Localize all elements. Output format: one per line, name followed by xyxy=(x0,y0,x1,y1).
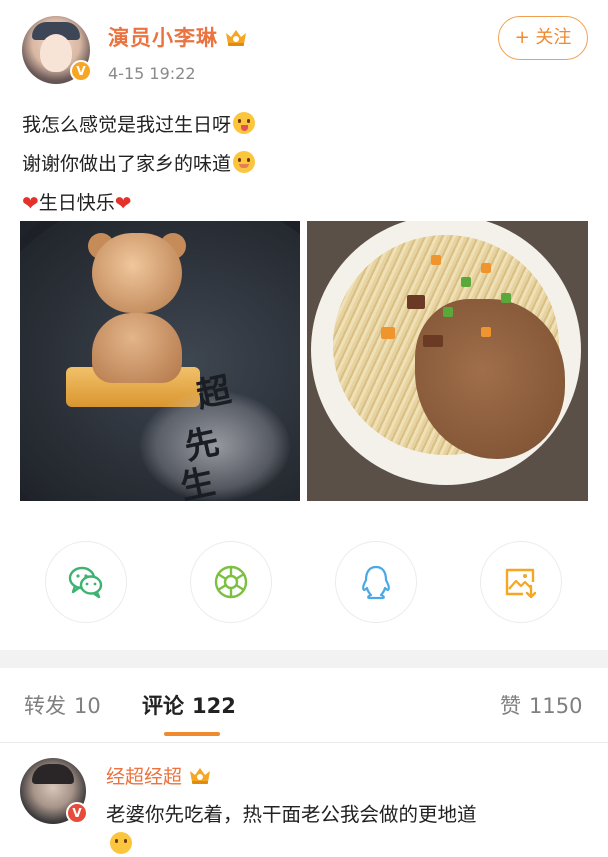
noodle-bowl xyxy=(311,221,581,485)
verified-badge-icon: V xyxy=(70,60,92,82)
qq-icon xyxy=(362,565,390,600)
post-line-2: 谢谢你做出了家乡的味道 xyxy=(22,145,256,184)
tab-comments[interactable]: 评论 122 xyxy=(142,690,236,720)
author-name[interactable]: 演员小李琳 xyxy=(108,22,248,52)
comment-text: 老婆你先吃着，热干面老公我会做的更地道 xyxy=(106,803,477,826)
post-line-3-text: 生日快乐 xyxy=(38,192,115,214)
avatar-face xyxy=(40,34,72,72)
crown-icon xyxy=(224,27,248,47)
carrot-topping xyxy=(431,255,441,265)
comment-item: V 经超经超 老婆你先吃着，热干面老公我会做的更地道 xyxy=(0,756,608,857)
tab-likes-label: 赞 xyxy=(500,694,521,718)
follow-button[interactable]: + 关注 xyxy=(498,16,588,60)
author-avatar[interactable]: V xyxy=(22,16,92,84)
verified-badge-icon: V xyxy=(66,802,88,824)
tab-likes[interactable]: 赞 1150 xyxy=(500,690,582,720)
carrot-topping xyxy=(481,263,491,273)
pickle-topping xyxy=(407,295,425,309)
crown-icon xyxy=(188,765,212,785)
tab-likes-count: 1150 xyxy=(529,694,583,718)
tab-repost-label: 转发 xyxy=(24,694,66,718)
post-line-2-text: 谢谢你做出了家乡的味道 xyxy=(22,153,232,175)
tab-repost[interactable]: 转发 10 xyxy=(24,690,101,720)
save-image-button[interactable] xyxy=(480,541,562,623)
tab-repost-count: 10 xyxy=(74,694,101,718)
scallion-topping xyxy=(461,277,471,287)
carrot-topping xyxy=(381,327,395,339)
moments-icon xyxy=(214,565,248,599)
tab-comments-count: 122 xyxy=(192,694,236,718)
post-line-3: ❤生日快乐❤ xyxy=(22,184,255,223)
scallion-topping xyxy=(443,307,453,317)
post-header: V 演员小李琳 4-15 19:22 + 关注 xyxy=(0,0,608,100)
bear-head xyxy=(92,233,182,313)
commenter-name[interactable]: 经超经超 xyxy=(106,762,212,789)
heart-icon: ❤ xyxy=(22,191,39,215)
share-qq-button[interactable] xyxy=(335,541,417,623)
save-image-icon xyxy=(505,568,537,599)
blush-emoji-icon xyxy=(233,151,256,173)
tab-comments-label: 评论 xyxy=(142,694,184,718)
author-name-text[interactable]: 演员小李琳 xyxy=(108,26,218,50)
heart-icon: ❤ xyxy=(114,191,132,215)
teddy-bear-cookie-photo[interactable]: 超 先 生 xyxy=(20,221,300,501)
bear-body xyxy=(92,313,182,383)
share-moments-button[interactable] xyxy=(190,541,272,623)
tabs-divider xyxy=(0,742,608,743)
share-wechat-button[interactable] xyxy=(45,541,127,623)
carrot-topping xyxy=(481,327,491,337)
scallion-topping xyxy=(501,293,511,303)
post-line-1: 我怎么感觉是我过生日呀 xyxy=(22,106,256,145)
hot-dry-noodles-photo[interactable] xyxy=(307,221,588,501)
smile-emoji-icon xyxy=(110,832,132,854)
avatar-hair xyxy=(32,764,74,784)
share-row xyxy=(0,541,608,625)
commenter-name-text[interactable]: 经超经超 xyxy=(106,766,182,788)
wechat-icon xyxy=(68,566,103,599)
post-body: 我怎么感觉是我过生日呀 谢谢你做出了家乡的味道 ❤生日快乐❤ xyxy=(22,106,256,223)
active-tab-indicator xyxy=(164,732,220,736)
tongue-out-emoji-icon xyxy=(233,112,256,134)
pickle-topping xyxy=(423,335,443,347)
interaction-tabs: 转发 10 评论 122 赞 1150 xyxy=(0,684,608,740)
post-line-1-text: 我怎么感觉是我过生日呀 xyxy=(22,114,232,136)
commenter-avatar[interactable]: V xyxy=(20,758,88,824)
section-divider xyxy=(0,650,608,668)
post-timestamp: 4-15 19:22 xyxy=(108,64,196,83)
